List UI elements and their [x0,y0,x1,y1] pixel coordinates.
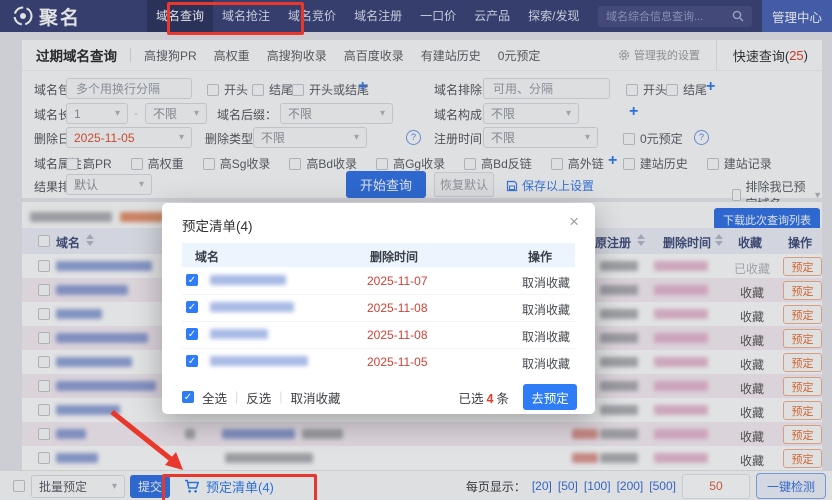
modal-footer: ✓ 全选 | 反选 | 取消收藏 已选4条 去预定 [182,383,577,411]
go-reserve-button[interactable]: 去预定 [523,384,577,410]
uncollect-label[interactable]: 取消收藏 [291,388,341,407]
modal-col-action: 操作 [528,248,552,265]
blurred-domain [210,302,294,312]
close-icon[interactable]: × [569,212,579,232]
row-checkbox-checked[interactable]: ✓ [186,328,198,340]
select-all-label[interactable]: 全选 [202,388,227,407]
invert-selection-label[interactable]: 反选 [246,388,271,407]
divider: | [279,390,282,404]
row-checkbox-checked[interactable]: ✓ [186,274,198,286]
modal-col-delete-time: 删除时间 [370,248,418,265]
delete-time: 2025-11-05 [367,355,428,369]
divider: | [235,390,238,404]
cancel-favorite-link[interactable]: 取消收藏 [522,301,570,318]
delete-time: 2025-11-08 [367,301,428,315]
reserve-list-modal: 预定清单(4) × 域名 删除时间 操作 ✓ 2025-11-07 取消收藏 ✓… [162,203,595,414]
row-checkbox-checked[interactable]: ✓ [186,355,198,367]
modal-col-domain: 域名 [195,248,219,265]
delete-time: 2025-11-07 [367,274,428,288]
blurred-domain [210,329,268,339]
cancel-favorite-link[interactable]: 取消收藏 [522,355,570,372]
modal-table-row[interactable]: ✓ 2025-11-08 取消收藏 [182,321,575,349]
row-checkbox-checked[interactable]: ✓ [186,301,198,313]
blurred-domain [210,356,308,366]
modal-table-row[interactable]: ✓ 2025-11-07 取消收藏 [182,267,575,295]
selected-count: 4 [487,392,494,406]
cancel-favorite-link[interactable]: 取消收藏 [522,274,570,291]
delete-time: 2025-11-08 [367,328,428,342]
select-all-checkbox-checked[interactable]: ✓ [182,391,194,403]
expired-domain-query-page: 聚名 域名查询 域名抢注 域名竞价 域名注册 一口价 云产品 探索/发现 域名综… [0,0,832,500]
modal-table-row[interactable]: ✓ 2025-11-05 取消收藏 [182,348,575,375]
selected-count-info: 已选4条 [459,388,509,407]
blurred-domain [210,275,286,285]
modal-table-row[interactable]: ✓ 2025-11-08 取消收藏 [182,294,575,322]
modal-table-header: 域名 删除时间 操作 [182,243,575,267]
cancel-favorite-link[interactable]: 取消收藏 [522,328,570,345]
modal-title: 预定清单(4) [182,215,253,235]
